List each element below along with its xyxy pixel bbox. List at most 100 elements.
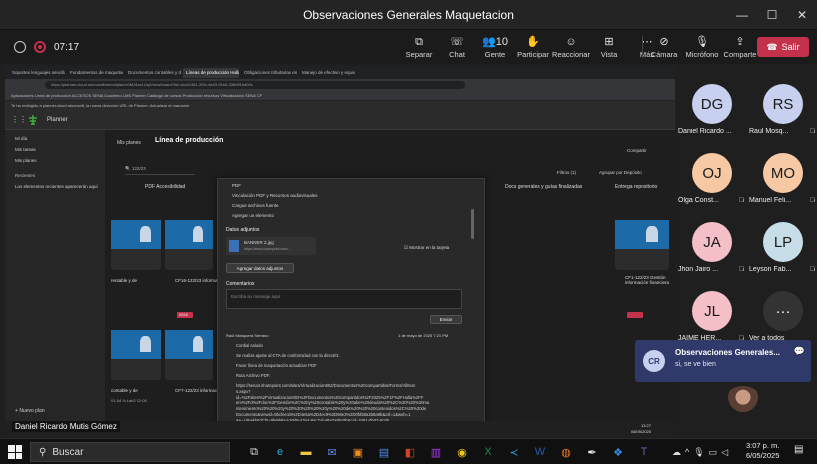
photoshop-icon[interactable]: ▥ [426, 442, 446, 462]
network-icon[interactable]: ▭ [709, 447, 718, 458]
modal-scrollbar[interactable] [471, 209, 474, 239]
self-video-preview[interactable] [725, 386, 761, 414]
gente-button[interactable]: 👥10 Gente [476, 30, 514, 64]
office-icon[interactable]: ◧ [400, 442, 420, 462]
illustrator-icon[interactable]: ▣ [348, 442, 368, 462]
notifications-icon[interactable]: ▤ [794, 444, 803, 455]
chat-avatar: CR [643, 350, 665, 372]
camera-off-button[interactable]: ⊘ Cámara [645, 30, 683, 64]
leave-button[interactable]: ☎ Salir [757, 37, 809, 57]
task-view-icon[interactable]: ⧉ [244, 442, 264, 462]
comment-line[interactable]: s.aspx? [236, 389, 250, 394]
add-attachments-button[interactable]: Agregar datos adjuntos [226, 263, 294, 273]
volume-icon[interactable]: ◁ [721, 447, 728, 458]
share-plan-button[interactable]: Compartir [627, 148, 647, 153]
task-card[interactable] [165, 220, 213, 270]
pen-icon[interactable]: ✒ [582, 442, 602, 462]
comment-line[interactable]: id=%2Fsites%2FVirtualizacion802%2FDocume… [236, 395, 423, 400]
task-card[interactable] [615, 220, 669, 270]
separar-button[interactable]: ⧉ Separar [400, 30, 438, 64]
participant-tile[interactable]: OJ Olga Const... 🎙̸ [676, 143, 746, 207]
chat-button[interactable]: ☏ Chat [438, 30, 476, 64]
browser-tab[interactable]: Líneas de producción Hulla 2025 [183, 67, 239, 78]
attachment-name: BANNER 2.jpg [244, 240, 274, 245]
add-item-button[interactable]: Agregar un elemento [232, 213, 274, 218]
view-all-participants[interactable]: ··· Ver a todos [747, 281, 817, 345]
view-icon: ⊞ [604, 35, 614, 48]
mail-icon[interactable]: ✉ [322, 442, 342, 462]
vista-button[interactable]: ⊞ Vista [590, 30, 628, 64]
task-details-modal[interactable]: PDF Vinculación PDF y Recursos audiovisu… [217, 178, 485, 438]
app-launcher-icon[interactable]: ⋮⋮ [11, 115, 27, 125]
close-button[interactable]: ✕ [787, 0, 817, 30]
chat-notification[interactable]: CR Observaciones Generales... si, se ve … [635, 340, 811, 382]
dropbox-icon[interactable]: ❖ [608, 442, 628, 462]
chat-icon: ☏ [450, 35, 464, 48]
attachment-file[interactable]: BANNER 2.jpg https://sena.sharepoint.com… [226, 237, 316, 255]
browser-tab[interactable]: Manejo de efectivo y equivale [299, 68, 355, 78]
checklist-item[interactable]: Vinculación PDF y Recursos audiovisuales [232, 193, 317, 198]
windows-taskbar: ⚲ Buscar ⧉ e ▬ ✉ ▣ ▤ ◧ ▥ ◉ X ≺ W ◍ ✒ ❖ T… [0, 438, 817, 464]
filters-button[interactable]: Filtros (1) [557, 170, 576, 175]
file-explorer-icon[interactable]: ▬ [296, 442, 316, 462]
bucket-header-pdf[interactable]: PDF Accesibilidad [145, 184, 185, 190]
share-screen-button[interactable]: ⇪ Comparte [721, 30, 759, 64]
bucket-header-repo[interactable]: Entrega repositorio [615, 184, 657, 190]
comment-line[interactable]: em%2Fd%2Fdoc%2FGestión%2C%20y%20contable… [236, 400, 429, 405]
weather-icon[interactable]: ☁ [672, 447, 681, 458]
participar-button[interactable]: ✋ Participar [514, 30, 552, 64]
excel-icon[interactable]: X [478, 442, 498, 462]
comment-input[interactable]: Escriba su mensaje aquí [226, 289, 462, 309]
browser-tab[interactable]: Obligaciones tributarias en el [241, 68, 297, 78]
windows-start-icon[interactable] [8, 445, 22, 459]
reaccionar-button[interactable]: ☺ Reaccionar [552, 30, 590, 64]
chrome-icon[interactable]: ◉ [452, 442, 472, 462]
sena-logo [29, 114, 37, 125]
sidebar-item-my-day[interactable]: Mi día [5, 130, 105, 141]
comment-line[interactable]: https://sena4.sharepoint.com/sites/Virtu… [236, 383, 415, 388]
participant-tile[interactable]: RS Raul Mosq... 🎙̸ [747, 74, 817, 138]
send-button[interactable]: Enviar [430, 315, 462, 324]
maximize-button[interactable]: ☐ [757, 0, 787, 30]
sidebar-item-my-plans[interactable]: Mis planes [5, 152, 105, 163]
task-card[interactable] [111, 220, 161, 270]
show-on-card-checkbox[interactable]: ☑ Mostrar en la tarjeta [404, 245, 449, 251]
shared-screen[interactable]: Soportes lenguajes sencilla Fundamentos d… [5, 66, 675, 438]
meeting-status: 07:17 [0, 41, 200, 53]
participant-tile[interactable]: MO Manuel Feli... 🎙̸ [747, 143, 817, 207]
bucket-header-docs[interactable]: Docs generales y guías finalizadas [505, 184, 582, 190]
comment-line[interactable]: Documento&viewid=9bcfee15%2D4e5a%2D4ec9%… [236, 412, 411, 417]
mic-icon[interactable]: 🎙 [693, 447, 704, 458]
participant-tile[interactable]: DG Daniel Ricardo ... [676, 74, 746, 138]
tray-overflow-icon[interactable]: ^ [685, 447, 689, 457]
checklist-item[interactable]: PDF [232, 183, 241, 188]
comment-line[interactable]: ntenimiento%20%20%20y%20%20%20%20%20y%20… [236, 406, 426, 411]
word-icon[interactable]: W [530, 442, 550, 462]
participant-tile[interactable]: JA Jhon Jairo ... 🎙̸ [676, 212, 746, 276]
participant-tile[interactable]: LP Leyson Fab... 🎙̸ [747, 212, 817, 276]
mic-off-button[interactable]: 🎙 Micrófono [683, 30, 721, 64]
teams-icon[interactable]: T [634, 442, 654, 462]
minimize-button[interactable]: — [727, 0, 757, 30]
browser-tab[interactable]: Documentos contables y de la [125, 68, 181, 78]
firefox-icon[interactable]: ◍ [556, 442, 576, 462]
edge-icon[interactable]: e [270, 442, 290, 462]
taskbar-search[interactable]: ⚲ Buscar [30, 442, 230, 462]
new-plan-button[interactable]: + Nuevo plan [15, 408, 45, 414]
task-card[interactable] [165, 330, 213, 380]
browser-tab[interactable]: Fundamentos de maquetacion [67, 68, 123, 78]
address-bar[interactable]: https://planner.cloud.microsoft/webui/pl… [45, 81, 465, 89]
sidebar-item-my-tasks[interactable]: Mis tareas [5, 141, 105, 152]
participant-tile[interactable]: JL JAIME HER... 🎙̸ [676, 281, 746, 345]
breadcrumb[interactable]: Mis planes [117, 140, 141, 146]
taskbar-clock[interactable]: 3:07 p. m. 6/05/2025 [746, 441, 779, 461]
checklist-item[interactable]: Cargue archivos fuente [232, 203, 279, 208]
browser-tab[interactable]: Soportes lenguajes sencilla [9, 68, 65, 78]
group-by-button[interactable]: Agrupar por Depósito [599, 170, 642, 175]
store-icon[interactable]: ▤ [374, 442, 394, 462]
window-titlebar: Observaciones Generales Maquetacion — ☐ … [0, 0, 817, 30]
participant-grid: DG Daniel Ricardo ... RS Raul Mosq... 🎙̸ OJ… [676, 66, 817, 438]
task-search-input[interactable]: 🔍 122/23 [125, 166, 195, 175]
vscode-icon[interactable]: ≺ [504, 442, 524, 462]
task-card[interactable] [111, 330, 161, 380]
